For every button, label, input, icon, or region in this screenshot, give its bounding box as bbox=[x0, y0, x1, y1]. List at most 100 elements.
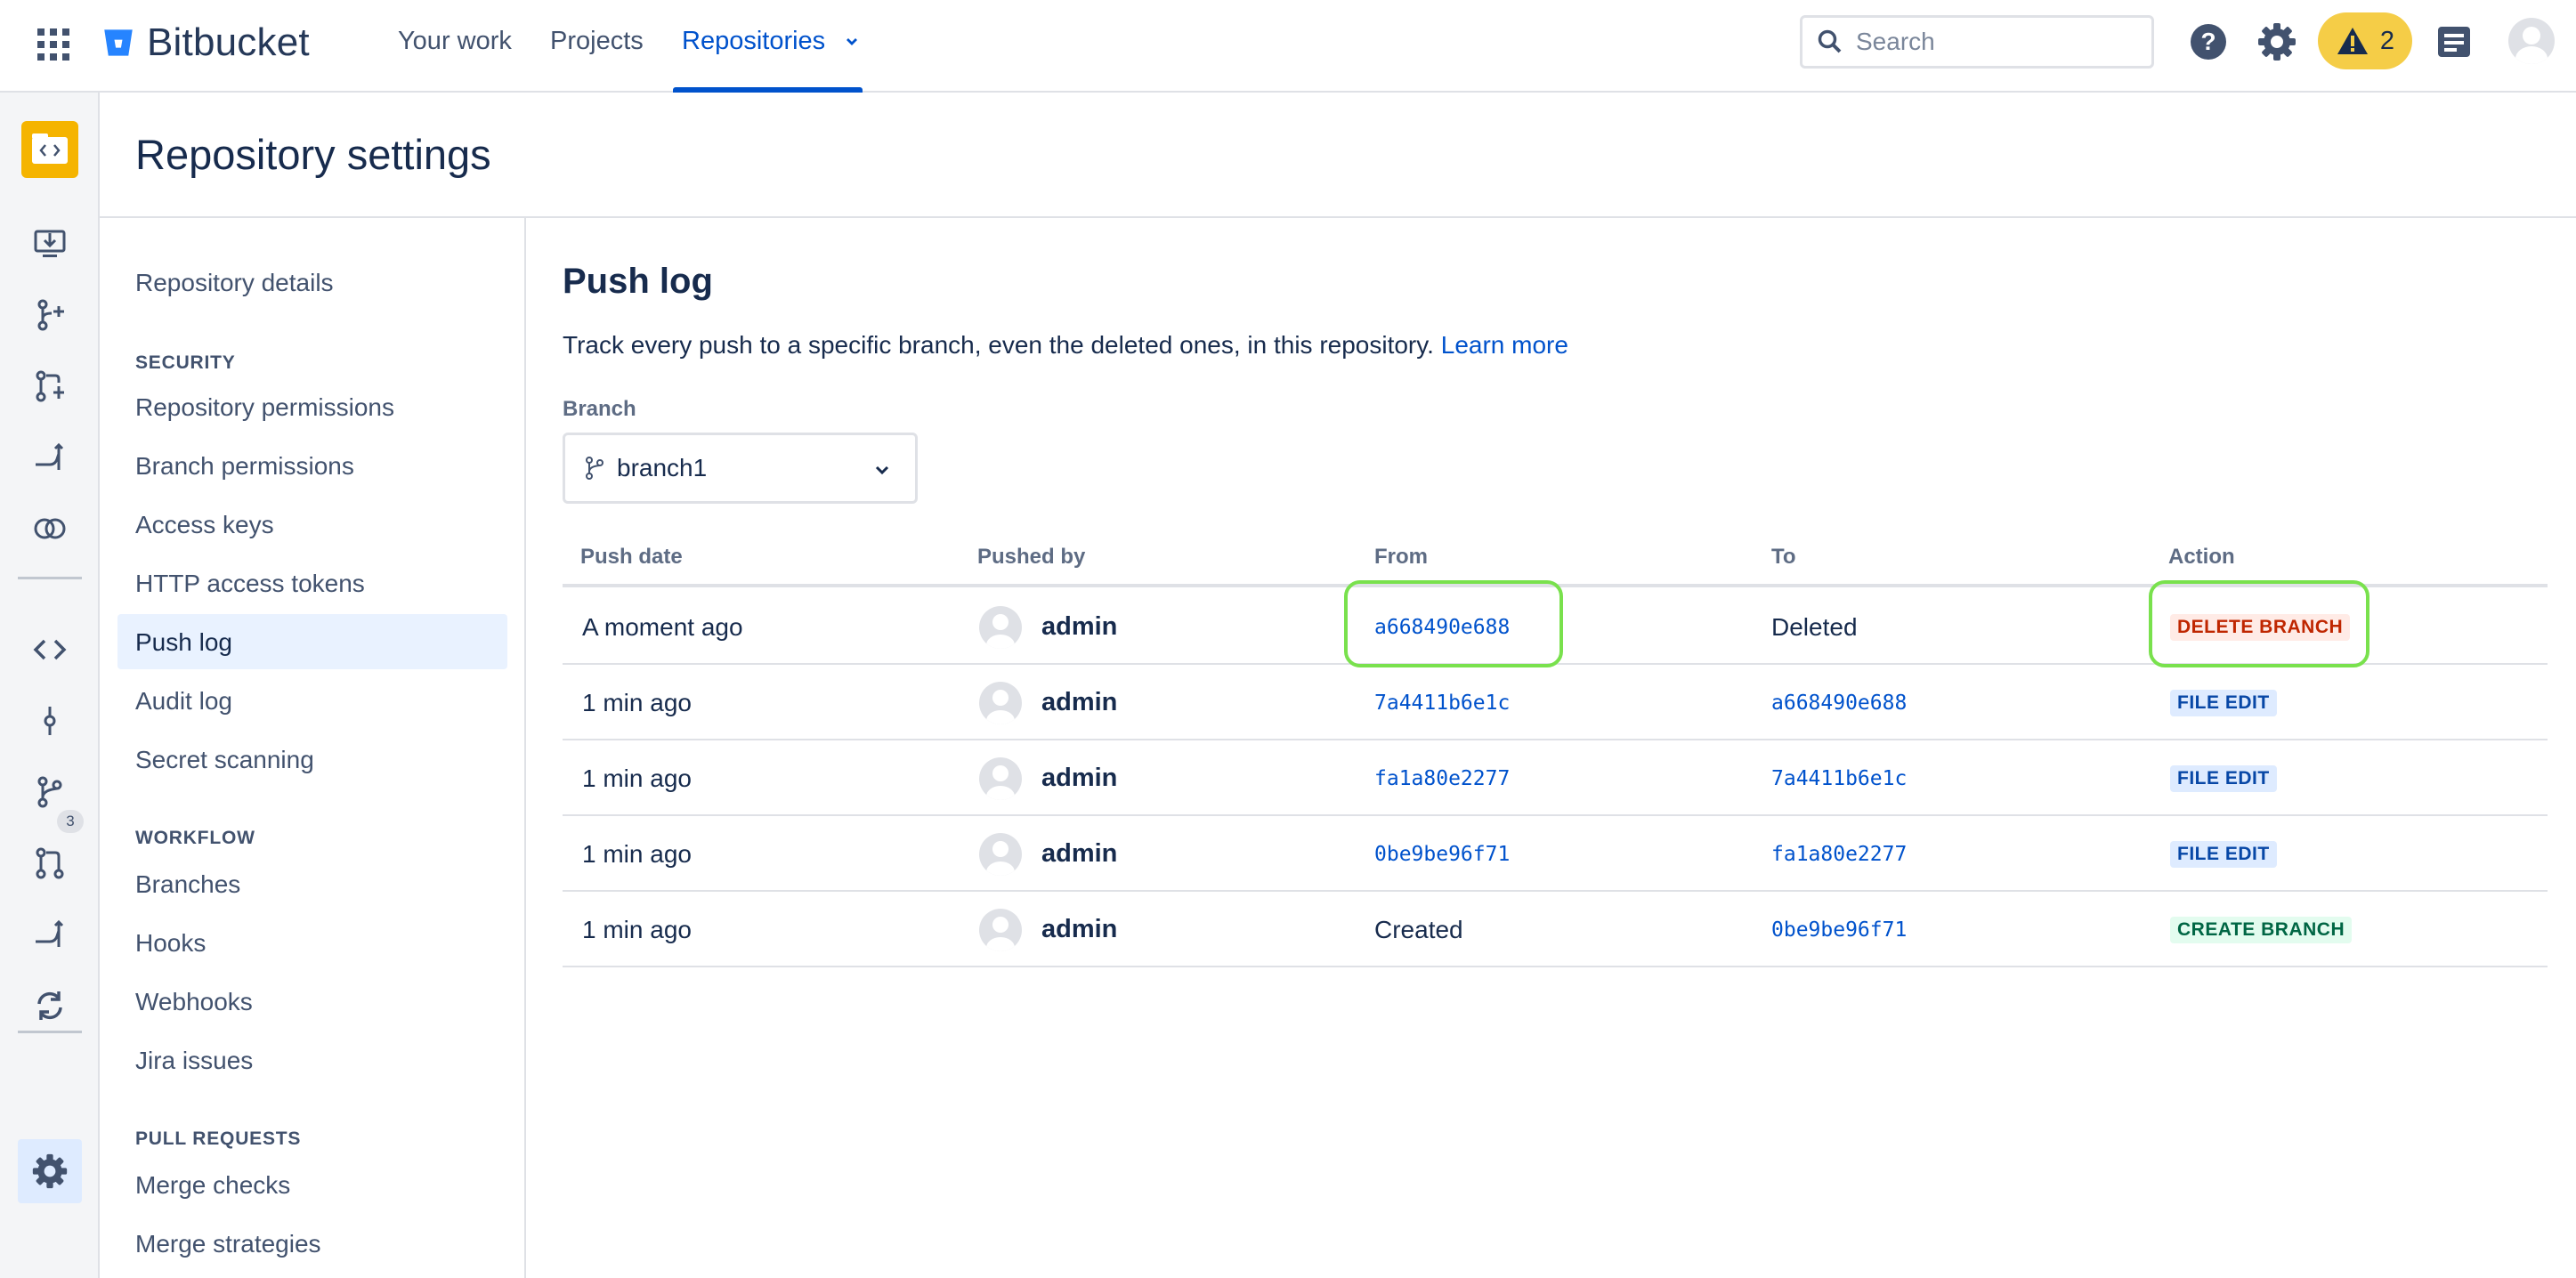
sidebar-item-audit-log[interactable]: Audit log bbox=[135, 687, 232, 716]
learn-more-link[interactable]: Learn more bbox=[1441, 331, 1568, 359]
branch-select-value: branch1 bbox=[617, 454, 708, 481]
repository-avatar[interactable] bbox=[21, 121, 78, 178]
sidebar-item-push-log[interactable]: Push log bbox=[135, 628, 232, 657]
compare-icon[interactable] bbox=[28, 507, 71, 550]
sidebar-section-workflow: WORKFLOW bbox=[135, 828, 255, 848]
column-header-push-date[interactable]: Push date bbox=[580, 545, 683, 570]
header-divider bbox=[100, 216, 2576, 218]
action-lozenge-file-edit: FILE EDIT bbox=[2170, 764, 2277, 792]
table-row: 1 min ago admin fa1a80e2277 7a4411b6e1c … bbox=[563, 740, 2548, 816]
sidebar-item-hooks[interactable]: Hooks bbox=[135, 929, 206, 958]
table-row: 1 min ago admin Created 0be9be96f71 CREA… bbox=[563, 892, 2548, 967]
push-date-cell: 1 min ago bbox=[582, 839, 692, 868]
sidebar-item-branch-permissions[interactable]: Branch permissions bbox=[135, 452, 354, 481]
from-value: Created bbox=[1374, 915, 1463, 943]
create-branch-icon[interactable] bbox=[28, 294, 71, 336]
bitbucket-logo[interactable]: Bitbucket bbox=[102, 20, 310, 64]
branches-icon[interactable] bbox=[28, 771, 71, 813]
sidebar-item-http-access-tokens[interactable]: HTTP access tokens bbox=[135, 570, 365, 598]
sidebar-item-webhooks[interactable]: Webhooks bbox=[135, 988, 253, 1016]
branch-icon bbox=[586, 457, 603, 480]
top-navigation: Bitbucket Your work Projects Repositorie… bbox=[0, 0, 2576, 93]
nav-repositories[interactable]: Repositories bbox=[682, 27, 861, 56]
nav-your-work[interactable]: Your work bbox=[398, 27, 512, 56]
settings-gear-icon[interactable] bbox=[2255, 20, 2299, 64]
forks-icon[interactable] bbox=[28, 913, 71, 956]
pushed-by-cell: admin bbox=[979, 589, 1117, 665]
repository-settings-gear-icon[interactable] bbox=[28, 1150, 71, 1193]
to-commit-link[interactable]: a668490e688 bbox=[1771, 665, 1907, 740]
action-cell: CREATE BRANCH bbox=[2170, 892, 2353, 967]
to-commit-link[interactable]: fa1a80e2277 bbox=[1771, 816, 1907, 892]
from-commit-link[interactable]: 0be9be96f71 bbox=[1374, 816, 1510, 892]
action-cell: FILE EDIT bbox=[2170, 665, 2277, 740]
create-pull-request-icon[interactable] bbox=[28, 365, 71, 408]
table-row: 1 min ago admin 0be9be96f71 fa1a80e2277 … bbox=[563, 816, 2548, 892]
column-header-to[interactable]: To bbox=[1771, 545, 1796, 570]
column-header-from[interactable]: From bbox=[1374, 545, 1428, 570]
username[interactable]: admin bbox=[1041, 612, 1117, 642]
user-avatar bbox=[979, 832, 1022, 876]
source-code-icon[interactable] bbox=[28, 628, 71, 671]
warnings-button[interactable]: 2 bbox=[2318, 12, 2412, 69]
nav-projects[interactable]: Projects bbox=[550, 27, 644, 56]
content-title: Push log bbox=[563, 262, 713, 301]
sidebar-item-repository-permissions[interactable]: Repository permissions bbox=[135, 393, 394, 422]
username[interactable]: admin bbox=[1041, 915, 1117, 944]
warning-count: 2 bbox=[2379, 26, 2395, 55]
sidebar-item-merge-strategies[interactable]: Merge strategies bbox=[135, 1230, 321, 1258]
from-commit-link[interactable]: fa1a80e2277 bbox=[1374, 740, 1510, 816]
sidebar-section-pull-requests: PULL REQUESTS bbox=[135, 1128, 302, 1149]
pushed-by-cell: admin bbox=[979, 816, 1117, 892]
content-description: Track every push to a specific branch, e… bbox=[563, 331, 1568, 360]
sidebar-item-secret-scanning[interactable]: Secret scanning bbox=[135, 746, 314, 774]
sidebar-item-access-keys[interactable]: Access keys bbox=[135, 511, 274, 539]
source-download-icon[interactable] bbox=[28, 222, 71, 265]
push-date-cell: 1 min ago bbox=[582, 688, 692, 716]
column-header-action[interactable]: Action bbox=[2168, 545, 2235, 570]
help-icon[interactable]: ? bbox=[2186, 20, 2231, 64]
bitbucket-icon bbox=[104, 29, 133, 56]
table-row: 1 min ago admin 7a4411b6e1c a668490e688 … bbox=[563, 665, 2548, 740]
branch-select[interactable]: branch1 bbox=[563, 433, 918, 504]
highlight-delete-branch bbox=[2149, 580, 2369, 667]
to-commit-link[interactable]: 0be9be96f71 bbox=[1771, 892, 1907, 967]
username[interactable]: admin bbox=[1041, 839, 1117, 869]
to-commit-link[interactable]: 7a4411b6e1c bbox=[1771, 740, 1907, 816]
sidebar-item-merge-checks[interactable]: Merge checks bbox=[135, 1171, 290, 1200]
push-date-cell: 1 min ago bbox=[582, 764, 692, 792]
sync-icon[interactable] bbox=[28, 984, 71, 1027]
from-commit-link[interactable]: 7a4411b6e1c bbox=[1374, 665, 1510, 740]
search-input[interactable] bbox=[1856, 28, 2123, 56]
pull-requests-icon[interactable] bbox=[28, 842, 71, 885]
logo-text: Bitbucket bbox=[147, 20, 310, 64]
app-switcher-icon[interactable] bbox=[36, 27, 69, 61]
username[interactable]: admin bbox=[1041, 688, 1117, 717]
highlight-from-commit bbox=[1344, 580, 1563, 667]
nav-repositories-label: Repositories bbox=[682, 27, 826, 55]
sidebar-item-jira-issues[interactable]: Jira issues bbox=[135, 1047, 253, 1075]
branch-label: Branch bbox=[563, 397, 636, 421]
chevron-down-icon bbox=[847, 38, 858, 46]
sidebar-item-repository-details[interactable]: Repository details bbox=[135, 269, 334, 297]
commits-icon[interactable] bbox=[28, 700, 71, 742]
pushed-by-cell: admin bbox=[979, 740, 1117, 816]
rail-divider bbox=[18, 577, 82, 579]
column-header-pushed-by[interactable]: Pushed by bbox=[977, 545, 1085, 570]
push-date-cell: A moment ago bbox=[582, 612, 743, 641]
pushed-by-cell: admin bbox=[979, 665, 1117, 740]
action-lozenge-create-branch: CREATE BRANCH bbox=[2170, 916, 2353, 943]
user-avatar bbox=[979, 605, 1022, 649]
search-icon bbox=[1818, 29, 1842, 53]
username[interactable]: admin bbox=[1041, 764, 1117, 793]
user-avatar bbox=[979, 681, 1022, 724]
notes-icon[interactable] bbox=[2432, 20, 2476, 64]
warning-icon bbox=[2337, 28, 2368, 54]
action-lozenge-file-edit: FILE EDIT bbox=[2170, 840, 2277, 868]
to-value: Deleted bbox=[1771, 612, 1858, 641]
search-box[interactable] bbox=[1800, 15, 2154, 69]
sidebar-item-branches[interactable]: Branches bbox=[135, 870, 240, 899]
pushed-by-cell: admin bbox=[979, 892, 1117, 967]
user-avatar-top[interactable] bbox=[2508, 18, 2555, 64]
fork-icon[interactable] bbox=[28, 436, 71, 479]
